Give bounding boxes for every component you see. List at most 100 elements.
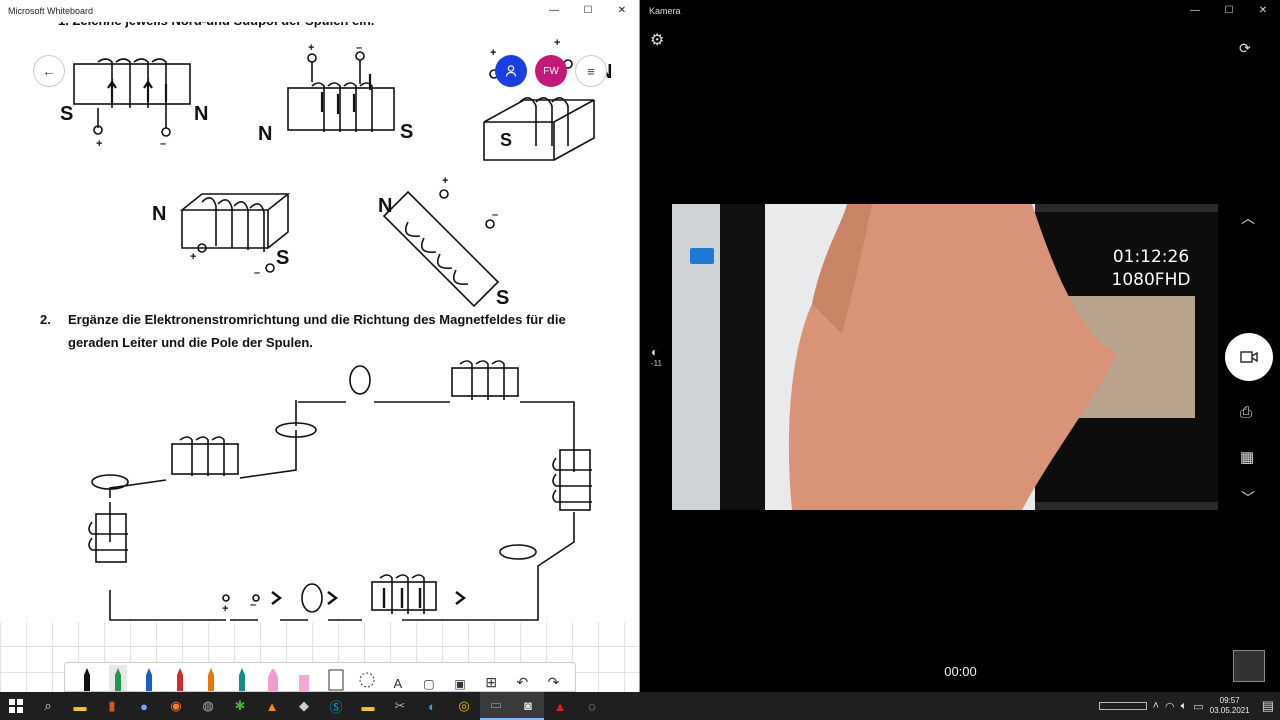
chrome-icon: ◎: [458, 698, 470, 713]
plus-label: +: [308, 42, 314, 54]
pen-icon: [83, 668, 90, 691]
taskbar-app[interactable]: ◆: [288, 692, 320, 720]
ruler-icon: [328, 669, 344, 691]
sticky-note-icon: ▢: [423, 677, 435, 691]
taskbar-app[interactable]: ●: [128, 692, 160, 720]
undo-button[interactable]: ↶: [513, 665, 531, 691]
image-tool[interactable]: ▣: [451, 665, 469, 691]
vlc-icon: ▲: [265, 698, 279, 714]
pen-black-tool[interactable]: [78, 665, 96, 691]
taskbar-app[interactable]: ▮: [96, 692, 128, 720]
app-icon: ◌: [588, 698, 596, 714]
highlighter-tool[interactable]: [264, 665, 282, 691]
pole-n-label: N: [194, 103, 208, 125]
notification-icon[interactable]: ▤: [1262, 698, 1274, 714]
undo-icon: ↶: [516, 674, 529, 690]
taskbar-app[interactable]: ✂: [384, 692, 416, 720]
search-icon: ⌕: [44, 698, 52, 713]
redo-button[interactable]: ↷: [544, 665, 562, 691]
taskbar-edge[interactable]: ◐: [416, 692, 448, 720]
tray-app-strip[interactable]: [1098, 702, 1147, 710]
camera-settings-button[interactable]: ⚙: [650, 30, 664, 50]
volume-icon[interactable]: 🔈︎: [1181, 700, 1188, 713]
coil-2: [287, 51, 395, 132]
lasso-tool[interactable]: [358, 665, 376, 691]
maximize-button[interactable]: ☐: [1212, 0, 1246, 22]
taskbar: ⌕ ▬ ▮ ● ◉ ◍ ✱ ▲ ◆ Ⓢ ▬ ✂ ◐ ◎ ▭ ◙ ▲ ◌ ˄ ◠ …: [0, 692, 1280, 720]
battery-icon[interactable]: ▭: [1193, 700, 1203, 713]
chevron-up-icon[interactable]: ˄: [1153, 700, 1159, 712]
highlighter-yellow-tool[interactable]: [295, 665, 313, 691]
taskbar-clock[interactable]: 09:57 03.05.2021: [1210, 696, 1250, 716]
search-button[interactable]: ⌕: [32, 692, 64, 720]
gallery-thumbnail[interactable]: [1233, 650, 1265, 682]
note-tool[interactable]: ▢: [420, 665, 438, 691]
taskbar-acrobat[interactable]: ▲: [544, 692, 576, 720]
whiteboard-canvas[interactable]: 1. Zeichne jeweils Nord-und Südpol der S…: [0, 22, 639, 692]
video-camera-icon: [1240, 351, 1258, 363]
app-icon: ◆: [299, 698, 309, 713]
pen-icon: [145, 668, 152, 691]
chevron-down-icon: ﹀: [1241, 490, 1255, 506]
close-button[interactable]: ✕: [605, 0, 639, 22]
user-avatar[interactable]: FW: [535, 55, 567, 87]
maximize-button[interactable]: ☐: [571, 0, 605, 22]
window-title: Kamera: [649, 6, 681, 16]
close-button[interactable]: ✕: [1246, 0, 1280, 22]
wifi-icon[interactable]: ◠: [1165, 700, 1175, 713]
arrow-left-icon: ←: [42, 63, 56, 79]
camera-preview: 01:12:26 1080FHD: [672, 204, 1218, 510]
taskbar-whiteboard[interactable]: ▭: [480, 692, 512, 720]
pen-red-tool[interactable]: [171, 665, 189, 691]
minus-label: –: [356, 42, 362, 54]
text-icon: A: [393, 676, 403, 691]
taskbar-firefox[interactable]: ◉: [160, 692, 192, 720]
edge-icon: ◐: [428, 698, 436, 714]
scroll-up-button[interactable]: ︿: [1241, 208, 1255, 228]
qr-code-icon: ▦: [1240, 449, 1255, 466]
start-button[interactable]: [0, 692, 32, 720]
hamburger-icon: ≡: [587, 63, 595, 79]
qr-mode-button[interactable]: ▦: [1240, 448, 1254, 466]
taskbar-app[interactable]: ✱: [224, 692, 256, 720]
taskbar-skype[interactable]: Ⓢ: [320, 692, 352, 720]
redo-icon: ↷: [547, 674, 560, 690]
camera-icon: ◙: [524, 697, 532, 713]
invite-button[interactable]: [495, 55, 527, 87]
pen-icon: [176, 668, 183, 691]
minus-label: –: [250, 599, 256, 611]
photo-mode-button[interactable]: ⎙: [1240, 404, 1252, 421]
pen-orange-tool[interactable]: [202, 665, 220, 691]
camera-window: Kamera — ☐ ✕ ⚙ ⟳ ◐ -11 01:12:26 1080FHD …: [641, 0, 1280, 692]
pole-n-label: N: [378, 195, 392, 217]
pole-labels: S N N S S N N S N S + – + – + + + – + – …: [60, 37, 612, 615]
inking-toolbar: A ▢ ▣ ⊞ ↶ ↷: [64, 662, 576, 692]
ruler-tool[interactable]: [327, 665, 345, 691]
minimize-button[interactable]: —: [1178, 0, 1212, 22]
taskbar-camera[interactable]: ◙: [512, 692, 544, 720]
settings-menu-button[interactable]: ≡: [575, 55, 607, 87]
minimize-button[interactable]: —: [537, 0, 571, 22]
taskbar-vlc[interactable]: ▲: [256, 692, 288, 720]
back-button[interactable]: ←: [33, 55, 65, 87]
scroll-down-button[interactable]: ﹀: [1241, 488, 1255, 508]
taskbar-app[interactable]: ◌: [576, 692, 608, 720]
taskbar-chrome[interactable]: ◎: [448, 692, 480, 720]
pen-teal-tool[interactable]: [233, 665, 251, 691]
camera-switch-button[interactable]: ⟳: [1239, 40, 1251, 57]
pen-green-tool[interactable]: [108, 665, 127, 691]
taskbar-app[interactable]: ◍: [192, 692, 224, 720]
plus-label: +: [490, 47, 496, 59]
add-content-tool[interactable]: ⊞: [482, 665, 500, 691]
brightness-control[interactable]: ◐: [651, 345, 658, 359]
text-tool[interactable]: A: [389, 665, 407, 691]
osd-resolution: 1080FHD: [1111, 270, 1191, 290]
app-icon: ◍: [202, 698, 214, 713]
taskbar-app[interactable]: ▬: [352, 692, 384, 720]
chevron-up-icon: ︿: [1241, 210, 1255, 226]
video-record-button[interactable]: [1225, 333, 1273, 381]
taskbar-file-explorer[interactable]: ▬: [64, 692, 96, 720]
pen-blue-tool[interactable]: [140, 665, 158, 691]
highlighter-icon: [299, 675, 310, 691]
plus-label: +: [554, 37, 560, 49]
